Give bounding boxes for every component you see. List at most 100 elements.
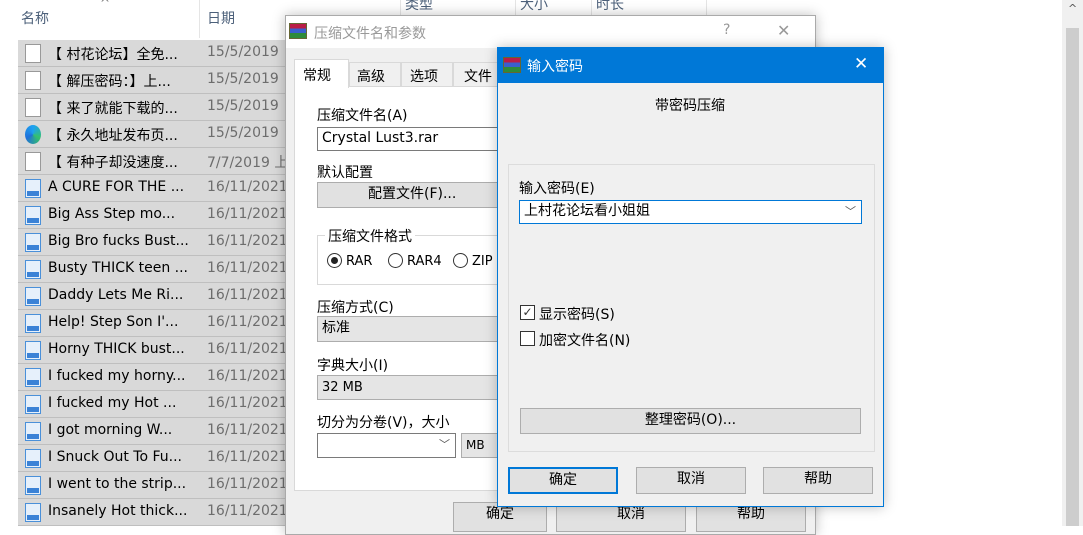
mp4-file-icon [25,206,41,225]
file-date: 15/5/2019 [207,44,279,60]
file-row[interactable]: Busty THICK teen ... 16/11/2021 [18,256,298,283]
split-size-combo[interactable]: ﹀ [317,433,456,458]
edge-shortcut-icon [25,125,41,144]
format-group-label: 压缩文件格式 [325,226,415,246]
password-label: 输入密码(E) [519,181,595,197]
file-row[interactable]: I went to the strip... 16/11/2021 [18,472,298,499]
file-date: 16/11/2021 [207,368,288,384]
file-row[interactable]: I fucked my horny... 16/11/2021 [18,364,298,391]
file-date: 16/11/2021 [207,503,288,519]
radio-rar4-label: RAR4 [407,254,442,269]
file-name: Horny THICK bust... [48,341,185,357]
file-row[interactable]: Big Bro fucks Bust... 16/11/2021 [18,229,298,256]
file-name: Big Bro fucks Bust... [48,233,189,249]
tab-options[interactable]: 选项 [401,62,453,87]
file-row[interactable]: Insanely Hot thick... 16/11/2021 [18,499,298,526]
text-file-icon [25,98,41,117]
file-row[interactable]: 【 解压密码：】上... 15/5/2019 [18,67,298,94]
tab-files[interactable]: 文件 [453,62,503,87]
file-date: 16/11/2021 [207,341,288,357]
file-row[interactable]: I Snuck Out To Fu... 16/11/2021 [18,445,298,472]
column-name[interactable]: 名称 [21,8,49,28]
encrypt-names-checkbox[interactable] [520,331,535,346]
file-row[interactable]: I fucked my Hot ... 16/11/2021 [18,391,298,418]
organize-passwords-button[interactable]: 整理密码(O)... [520,408,861,434]
scroll-thumb[interactable] [1066,28,1079,526]
file-name: I got morning W... [48,422,173,438]
archive-name-input[interactable]: Crystal Lust3.rar [317,127,517,151]
file-name: 【 村花论坛】全免... [48,47,178,63]
split-label: 切分为分卷(V)，大小 [317,415,450,431]
scroll-up-icon[interactable]: ^ [1068,2,1077,15]
radio-rar4[interactable] [388,253,403,268]
close-icon[interactable]: ✕ [777,21,790,40]
ok-button[interactable]: 确定 [508,467,618,494]
close-icon[interactable]: ✕ [854,54,868,74]
column-date[interactable]: 日期 [207,8,235,28]
file-row[interactable]: 【 永久地址发布页... 15/5/2019 [18,121,298,148]
file-date: 16/11/2021 [207,422,288,438]
file-row[interactable]: A CURE FOR THE ... 16/11/2021 [18,175,298,202]
file-row[interactable]: I got morning W... 16/11/2021 [18,418,298,445]
mp4-file-icon [25,287,41,306]
file-name: Busty THICK teen ... [48,260,188,276]
file-date: 16/11/2021 [207,260,288,276]
file-name: I fucked my Hot ... [48,395,177,411]
cancel-button[interactable]: 取消 [636,467,746,494]
mp4-file-icon [25,476,41,495]
column-duration[interactable]: 时长 [596,0,624,14]
show-password-checkbox[interactable]: ✓ [520,305,535,320]
winrar-icon [289,23,307,39]
file-date: 16/11/2021 [207,287,288,303]
dialog-title: 输入密码 [527,59,583,75]
file-row[interactable]: Big Ass Step mo... 16/11/2021 [18,202,298,229]
method-label: 压缩方式(C) [317,300,394,316]
file-row[interactable]: Daddy Lets Me Ri... 16/11/2021 [18,283,298,310]
winrar-icon [503,57,521,73]
column-size[interactable]: 大小 [520,0,548,14]
file-name: Big Ass Step mo... [48,206,176,222]
dialog-heading: 带密码压缩 [655,98,725,114]
radio-zip-label: ZIP [472,254,493,269]
password-dialog: 输入密码 ✕ 带密码压缩 输入密码(E) 上村花论坛看小姐姐 ﹀ ✓ 显示密码(S… [497,47,884,507]
title-bar: 压缩文件名和参数 ? ✕ [286,16,815,48]
mp4-file-icon [25,449,41,468]
file-row[interactable]: 【 村花论坛】全免... 15/5/2019 [18,40,298,67]
scrollbar[interactable]: ^ [1062,0,1083,526]
tab-advanced[interactable]: 高级 [349,62,401,87]
file-row[interactable]: 【 有种子却没速度... 7/7/2019 上 [18,148,298,175]
password-input[interactable]: 上村花论坛看小姐姐 ﹀ [519,200,862,224]
dialog-title: 压缩文件名和参数 [314,26,426,42]
text-file-icon [25,152,41,171]
mp4-file-icon [25,368,41,387]
mp4-file-icon [25,233,41,252]
default-profile-label: 默认配置 [317,165,373,181]
file-name: Insanely Hot thick... [48,503,188,519]
file-row[interactable]: Help! Step Son I'... 16/11/2021 [18,310,298,337]
help-icon[interactable]: ? [723,22,730,38]
method-select[interactable]: 标准 [317,316,517,342]
column-type[interactable]: 类型 [405,0,433,14]
file-name: Help! Step Son I'... [48,314,179,330]
profiles-button[interactable]: 配置文件(F)... [317,182,517,208]
mp4-file-icon [25,422,41,441]
help-button[interactable]: 帮助 [763,467,873,494]
radio-rar[interactable] [327,253,342,268]
dict-select[interactable]: 32 MB [317,375,517,400]
dict-label: 字典大小(I) [317,358,389,374]
tab-general[interactable]: 常规 [294,59,349,88]
image-file-icon [25,71,41,90]
mp4-file-icon [25,179,41,198]
mp4-file-icon [25,314,41,333]
mp4-file-icon [25,395,41,414]
file-name: A CURE FOR THE ... [48,179,185,195]
archive-name-label: 压缩文件名(A) [317,108,408,124]
file-date: 15/5/2019 [207,125,279,141]
file-date: 7/7/2019 上 [207,155,289,171]
file-row[interactable]: 【 来了就能下载的... 15/5/2019 [18,94,298,121]
file-row[interactable]: Horny THICK bust... 16/11/2021 [18,337,298,364]
radio-zip[interactable] [453,253,468,268]
chevron-down-icon[interactable]: ﹀ [439,434,450,455]
chevron-down-icon[interactable]: ﹀ [845,201,856,222]
file-date: 16/11/2021 [207,476,288,492]
